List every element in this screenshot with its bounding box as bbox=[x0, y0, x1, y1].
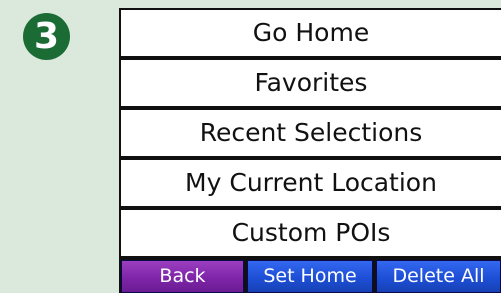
set-home-button[interactable]: Set Home bbox=[247, 260, 373, 293]
menu-item-favorites[interactable]: Favorites bbox=[121, 60, 501, 106]
bottom-button-bar: Back Set Home Delete All bbox=[121, 260, 501, 293]
step-number-badge: 3 bbox=[23, 13, 70, 60]
back-button[interactable]: Back bbox=[121, 260, 244, 293]
menu-item-go-home[interactable]: Go Home bbox=[121, 10, 501, 56]
menu-item-recent-selections[interactable]: Recent Selections bbox=[121, 110, 501, 156]
menu-item-custom-pois[interactable]: Custom POIs bbox=[121, 210, 501, 256]
menu-item-my-current-location[interactable]: My Current Location bbox=[121, 160, 501, 206]
where-to-menu-panel: Go Home Favorites Recent Selections My C… bbox=[119, 8, 501, 293]
delete-all-button[interactable]: Delete All bbox=[376, 260, 501, 293]
